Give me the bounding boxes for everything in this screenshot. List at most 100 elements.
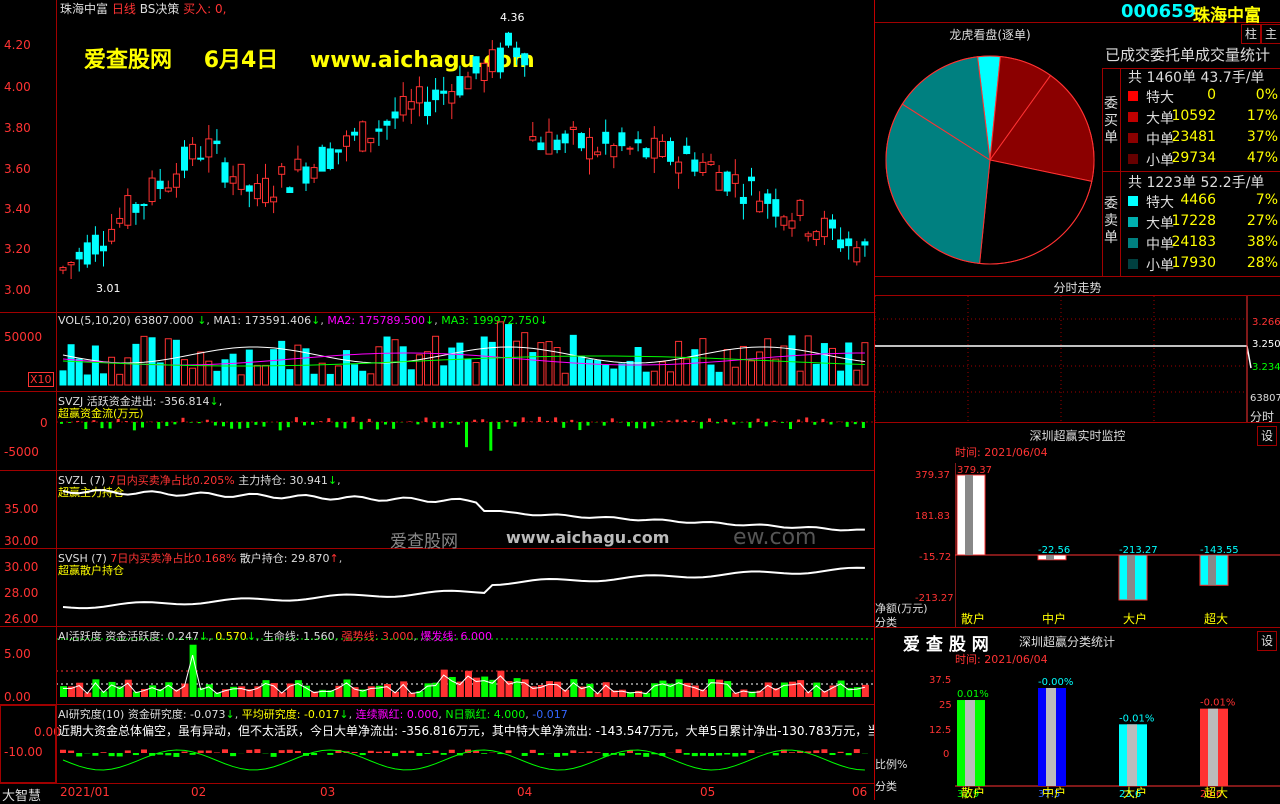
candle-body (595, 152, 601, 155)
candle-body (749, 177, 755, 181)
ai-active-y-tick: 5.00 (4, 647, 31, 661)
volume-bar (611, 369, 617, 385)
candle-body (457, 77, 463, 95)
volume-bar (821, 344, 827, 385)
ai-research-bar (408, 751, 414, 753)
cat-bar-shade (1127, 724, 1137, 786)
category-settings-button[interactable]: 设 (1257, 631, 1277, 651)
svzj-bar (854, 422, 857, 424)
category-bar-chart: 0.01%32.9散户-0.00%37.5中户-0.01%23.6大户-0.01… (955, 668, 1280, 800)
svzj-bar (757, 419, 760, 422)
ai-research-bar (789, 752, 795, 753)
ai-research-bar (198, 751, 204, 753)
ai-research-bar (821, 749, 827, 753)
candle-body (376, 129, 382, 131)
realtime-title: 深圳超赢实时监控 (875, 427, 1280, 444)
buy-total: 共 1460单 43.7手/单 (1128, 67, 1264, 87)
svzj-bar (360, 422, 363, 429)
svsh-y-tick: 28.00 (4, 586, 38, 600)
main-toggle-button[interactable]: 主 (1261, 24, 1280, 44)
ai-active-bar (190, 645, 197, 697)
vol-unit-badge: X10 (28, 372, 54, 387)
ai-active-bar (765, 682, 772, 697)
ai-research-bar (384, 751, 390, 753)
intraday-panel[interactable]: 分时走势 3.266 3.250 3.234 63807 分时 (875, 277, 1280, 423)
ai-research-bar (449, 750, 455, 753)
ai-research-bar (595, 752, 601, 753)
ai-research-bar (740, 753, 746, 756)
svzj-bar (182, 418, 185, 422)
cat-bar-shade (965, 700, 975, 786)
volume-bar (214, 371, 220, 385)
volume-bar (457, 343, 463, 385)
ai-research-bar (619, 753, 625, 756)
category-panel[interactable]: 爱 查 股 网 深圳超赢分类统计 设 时间: 2021/06/04 37.5 2… (875, 628, 1280, 800)
ai-research-bar (838, 752, 844, 753)
y-axis-line (56, 0, 57, 783)
ai-research-pane[interactable]: AI研究度(10) 资金研究度: -0.073↓, 平均研究度: -0.017↓… (0, 705, 874, 783)
volume-bar (813, 364, 819, 385)
candle-body (165, 188, 171, 191)
svzj-bar (433, 422, 436, 428)
kline-pane[interactable]: 珠海中富 日线 BS决策 买入: 0, 爱查股网 6月4日 www.aichag… (0, 0, 874, 313)
ai-active-bar (676, 679, 683, 697)
svzj-bar (327, 418, 330, 422)
svsh-pane[interactable]: SVSH (7) 7日内买卖净占比0.168% 散户持仓: 29.870↑, 超… (0, 549, 874, 627)
cat-change-label: -0.00% (1038, 677, 1073, 688)
svzj-bar (368, 419, 371, 422)
intraday-price-mid: 3.250 (1252, 339, 1280, 350)
realtime-panel[interactable]: 深圳超赢实时监控 设 时间: 2021/06/04 379.37 181.83 … (875, 423, 1280, 628)
realtime-settings-button[interactable]: 设 (1257, 426, 1277, 446)
svzj-bar (76, 421, 79, 422)
cat-category-label: 大户 (1123, 785, 1147, 800)
candlestick-chart[interactable] (56, 0, 874, 312)
candle-body (635, 140, 641, 143)
candle-body (587, 137, 593, 158)
svzj-bar (603, 422, 606, 426)
candle-body (303, 167, 309, 183)
order-volume: 17930 (1171, 255, 1216, 271)
candle-body (117, 218, 123, 223)
order-percent: 17% (1247, 108, 1278, 124)
svzj-bar (416, 422, 419, 424)
candle-body (449, 92, 455, 104)
order-volume: 17228 (1171, 213, 1216, 229)
candle-body (506, 33, 512, 45)
volume-bar (854, 370, 860, 385)
volume-bar (481, 337, 487, 385)
ai-research-bar (295, 751, 301, 753)
y-tick: 3.00 (4, 283, 31, 297)
ai-active-bar (92, 679, 99, 697)
ai-research-bar (538, 753, 544, 755)
volume-bar (668, 372, 674, 385)
volume-bar (716, 372, 722, 385)
ai-research-bar (400, 751, 406, 753)
ai-research-bar (360, 753, 366, 755)
cat-change-label: -0.01% (1119, 713, 1154, 724)
volume-pane[interactable]: VOL(5,10,20) 63807.000 ↓, MA1: 173591.40… (0, 313, 874, 392)
svzj-bar (651, 422, 654, 426)
candle-body (425, 102, 431, 115)
volume-bar (279, 341, 285, 385)
column-toggle-button[interactable]: 柱 (1241, 24, 1261, 44)
svzj-bar (684, 420, 687, 422)
cat-bar-shade (1046, 688, 1056, 786)
ai-research-bar (506, 750, 512, 753)
svzj-bar (457, 422, 460, 425)
order-volume: 23481 (1171, 129, 1216, 145)
order-type: 中单 (1146, 129, 1174, 149)
order-color-swatch (1128, 259, 1138, 269)
candle-body (182, 147, 188, 170)
ai-research-bar (562, 753, 568, 756)
candle-body (133, 204, 139, 212)
svzj-pane[interactable]: SVZJ 活跃资金进出: -356.814↓, 超赢资金流(万元) 0 -500… (0, 392, 874, 471)
ai-active-bar (570, 679, 577, 697)
rt-y-tick: -15.72 (919, 552, 951, 563)
order-type: 中单 (1146, 234, 1174, 254)
svzl-pane[interactable]: SVZL (7) 7日内买卖净占比0.205% 主力持仓: 30.941↓, 超… (0, 471, 874, 549)
ai-active-bar (716, 680, 723, 697)
ai-research-bar (578, 752, 584, 753)
svzj-bar (692, 421, 695, 422)
svzj-bar (165, 422, 168, 426)
ai-active-pane[interactable]: AI活跃度 资金活跃度: 0.247↓, 0.570↓, 生命线: 1.560,… (0, 627, 874, 705)
